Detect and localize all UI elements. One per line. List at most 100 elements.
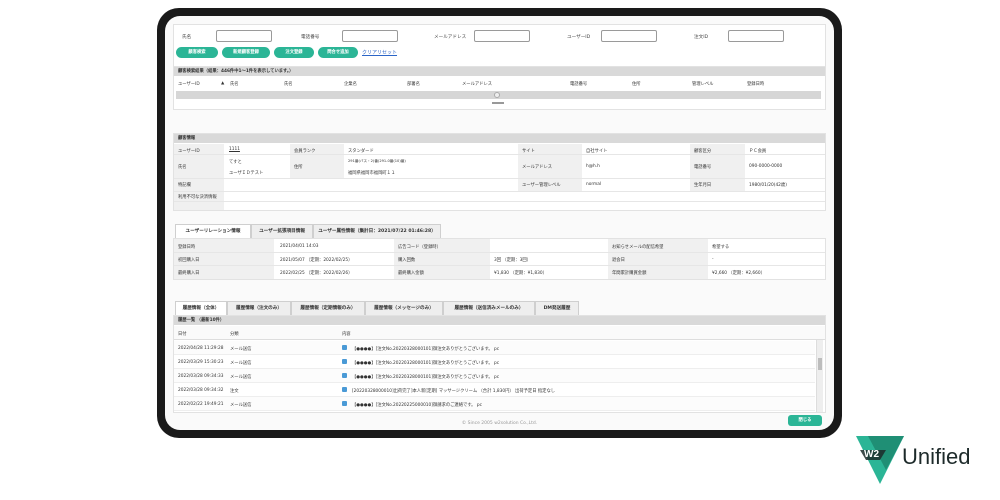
history-content: 【●●●●】[注文No.20220225000010]御請求のご連絡です。 pc [352,403,482,408]
first-purchase-label: 初回購入日 [178,258,200,263]
phone-label: 電話番号 [301,35,320,40]
user-id-label: ユーザーID [567,35,591,40]
customer-search-button[interactable]: 顧客検索 [176,47,218,58]
reset-link[interactable]: リセット [377,49,397,56]
col-address[interactable]: 住所 [632,81,641,87]
name-input[interactable] [216,30,272,42]
user-id-link[interactable]: 1111 [229,147,240,152]
tab-history-orders[interactable]: 履歴情報（注文のみ） [227,301,291,315]
type-value: ＰＣ会員 [749,149,767,154]
history-header: 日付 分類 内容 [174,326,825,340]
col-content: 内容 [342,332,351,337]
results-panel: 顧客検索結果（結果：446件中1〜1件を表示しています。） ユーザーID ▲ 氏… [173,66,826,110]
address-label: 住所 [294,165,303,170]
name-kana: てすと [229,160,242,165]
history-content: [20220328000010]出荷完了]本人新[定期] マッサージクリーム （… [352,389,556,394]
clear-link[interactable]: クリア [362,49,377,56]
reg-label: 登録日時 [178,245,196,250]
phone-label: 電話番号 [694,165,712,170]
history-type: メール送信 [230,347,252,352]
tab-user-relation[interactable]: ユーザーリレーション情報 [175,224,251,238]
mail-icon[interactable] [342,387,347,392]
address-line-2: 福岡県福岡市福岡町１１ [348,171,396,176]
inquiry-add-button[interactable]: 問合せ追加 [318,47,358,58]
col-email[interactable]: メールアドレス [462,81,492,87]
tablet-frame: 氏名 電話番号 メールアドレス ユーザーID 注文ID 顧客検索 新規顧客登録 … [157,8,842,438]
results-header: ユーザーID ▲ 氏名 氏名 企業名 部署名 メールアドレス 電話番号 住所 管… [174,77,825,89]
history-panel: 履歴一覧 （最新10件） 日付 分類 内容 2022/04/28 11:29:2… [173,315,826,413]
resize-handle[interactable] [492,102,504,104]
email-input[interactable] [474,30,530,42]
address-line-1: 291番(バス・2)番(291-0番(10)番) [348,159,406,163]
col-company[interactable]: 企業名 [344,81,357,87]
col-registered[interactable]: 登録日時 [747,81,764,87]
scroll-up-icon[interactable] [494,92,500,98]
user-id-input[interactable] [601,30,657,42]
amount-label: 最終購入金額 [398,271,424,276]
history-row[interactable]: 2022/04/28 11:29:28 メール送信 【●●●●】[注文No.2022… [174,341,815,355]
logo-text: Unified [902,444,971,469]
rank-value: スタンダード [348,149,374,154]
col-date: 日付 [178,332,187,337]
tab-user-attributes[interactable]: ユーザー属性情報（集計日：2021/07/22 01:46:28） [313,224,441,238]
count-value: 3回 （定期：3回） [494,258,531,263]
mail-icon[interactable] [342,373,347,378]
copyright: © Since 2005 w2solution Co.,Ltd. [461,421,538,426]
screen: 氏名 電話番号 メールアドレス ユーザーID 注文ID 顧客検索 新規顧客登録 … [165,16,834,430]
history-date: 2022/03/28 09:34:32 [178,388,224,393]
type-label: 顧客区分 [694,149,712,154]
scroll-thumb[interactable] [818,358,822,370]
phone-input[interactable] [342,30,398,42]
col-name-2[interactable]: 氏名 [284,81,293,87]
last-purchase-value: 2022/02/25 （定期：2022/02/26） [280,271,353,276]
withdraw-value: - [712,257,714,262]
history-row[interactable]: 2022/02/22 19:49:21 メール送信 【●●●●】[注文No.2022… [174,397,815,411]
order-id-input[interactable] [728,30,784,42]
site-label: サイト [522,149,535,154]
phone-value: 090-0000-0000 [749,164,783,169]
mail-icon[interactable] [342,359,347,364]
col-phone[interactable]: 電話番号 [570,81,587,87]
count-label: 購入回数 [398,258,416,263]
col-department[interactable]: 部署名 [407,81,420,87]
col-name[interactable]: 氏名 [230,81,239,87]
col-level[interactable]: 管理レベル [692,81,713,87]
order-register-button[interactable]: 注文登録 [274,47,314,58]
birth-value: 1980/01/20(42歳) [749,183,787,188]
notify-value: 希望する [712,245,730,250]
tab-history-all[interactable]: 履歴情報（全体） [175,301,227,315]
tab-history-subscriptions[interactable]: 履歴情報（定期情報のみ） [291,301,365,315]
birth-label: 生年月日 [694,183,712,188]
amount-value: ¥1,830 （定期：¥1,830） [494,271,547,276]
history-row[interactable]: 2022/03/28 09:34:32 注文 [20220328000010]出荷完… [174,383,815,397]
sort-asc-icon[interactable]: ▲ [221,81,224,86]
w2-unified-logo: W2 Unified [856,430,986,485]
rank-label: 会員ランク [294,149,316,154]
mail-icon[interactable] [342,345,347,350]
history-row[interactable]: 2022/03/28 09:34:33 メール送信 【●●●●】[注文No.2022… [174,369,815,383]
col-user-id[interactable]: ユーザーID [178,81,200,87]
tab-user-extended[interactable]: ユーザー拡張項目情報 [251,224,313,238]
history-date: 2022/04/28 11:29:28 [178,346,224,351]
new-customer-button[interactable]: 新規顧客登録 [222,47,270,58]
level-label: ユーザー管理レベル [522,183,561,188]
history-type: 注文 [230,389,239,394]
reg-value: 2021/04/01 14:03 [280,244,319,249]
tab-history-sent-mail[interactable]: 履歴情報（送信済みメールのみ） [443,301,535,315]
special-label: 特記欄 [178,183,191,188]
history-date: 2022/02/22 19:49:21 [178,402,224,407]
history-row[interactable]: 2022/03/29 15:30:23 メール送信 【●●●●】[注文No.2022… [174,355,815,369]
results-title: 顧客検索結果（結果：446件中1〜1件を表示しています。） [174,67,825,76]
history-content: 【●●●●】[注文No.20220328000101]御注文ありがとうございます… [352,361,500,366]
payment-label: 利用不可な決済情報 [178,195,217,200]
history-type: メール送信 [230,403,252,408]
tab-dm-history[interactable]: DM発送履歴 [535,301,579,315]
email-label: メールアドレス [522,165,553,170]
history-scrollbar[interactable] [816,340,823,412]
ad-label: 広告コード（登録時） [398,245,441,250]
mail-icon[interactable] [342,401,347,406]
logo-mark-text: W2 [864,449,879,460]
tab-history-messages[interactable]: 履歴情報（メッセージのみ） [365,301,443,315]
name-label: 氏名 [178,165,187,170]
annual-label: 年間累計購買金額 [612,271,647,276]
